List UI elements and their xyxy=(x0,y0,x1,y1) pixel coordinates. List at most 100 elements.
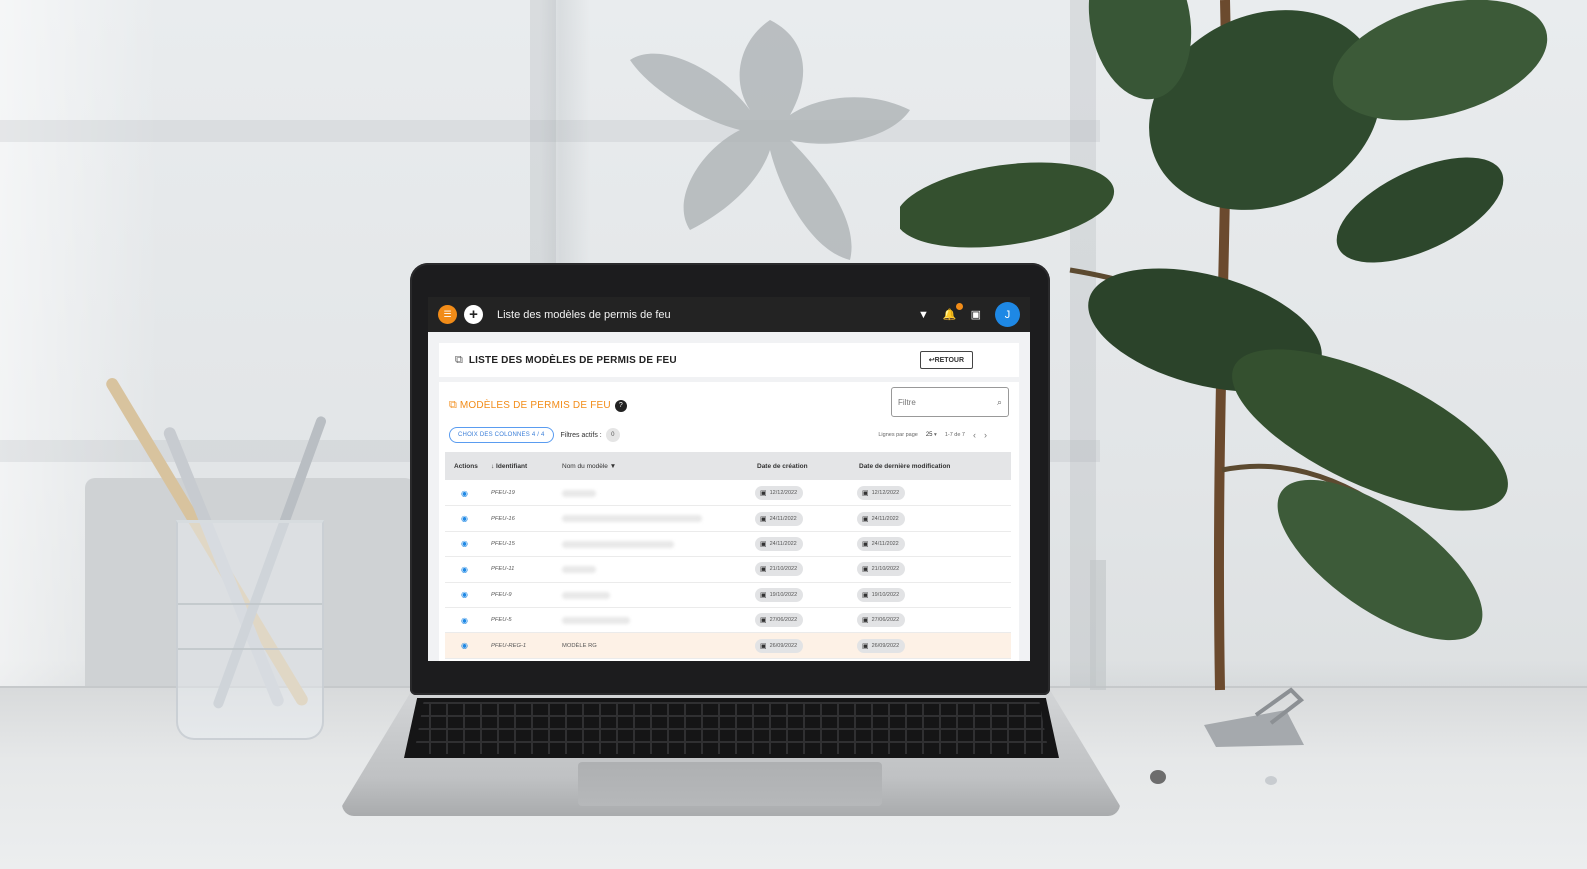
created-date: 12/12/2022 xyxy=(769,490,798,497)
row-id: PFEU-11 xyxy=(491,566,515,573)
calendar-icon: ▣ xyxy=(760,642,767,650)
avatar[interactable]: J xyxy=(995,302,1020,327)
rows-per-page-select[interactable]: 25 ▾ xyxy=(926,432,937,438)
notifications-button[interactable]: 🔔 xyxy=(943,302,964,321)
blurred-name xyxy=(562,591,610,599)
active-filters-label: Filtres actifs : xyxy=(560,431,602,439)
created-date-chip: ▣ 27/06/2022 xyxy=(755,613,804,628)
list-title-row: ⧉ MODÈLES DE PERMIS DE FEU ? xyxy=(449,399,627,412)
back-button[interactable]: ↩RETOUR xyxy=(919,351,973,369)
modified-date: 26/09/2022 xyxy=(871,642,900,649)
rows-per-page-label: Lignes par page xyxy=(878,432,918,438)
blurred-name xyxy=(562,490,596,497)
column-header-id[interactable]: ↓ Identifiant xyxy=(491,463,527,470)
modified-date: 12/12/2022 xyxy=(871,490,900,497)
calendar-icon: ▣ xyxy=(862,566,869,574)
eye-icon[interactable]: ◉ xyxy=(461,641,468,650)
table-controls: CHOIX DES COLONNES 4 / 4 Filtres actifs … xyxy=(449,426,1009,444)
filter-field[interactable]: ⌕ xyxy=(891,387,1009,417)
add-button[interactable]: + xyxy=(464,305,483,324)
column-header-name[interactable]: Nom du modèle ▼ xyxy=(562,463,616,470)
calendar-icon: ▣ xyxy=(760,490,767,498)
calendar-icon: ▣ xyxy=(862,540,869,548)
filter-icon[interactable]: ▼ xyxy=(610,463,616,470)
modified-date-chip: ▣ 19/10/2022 xyxy=(857,587,906,602)
calendar-icon: ▣ xyxy=(862,617,869,625)
table-row[interactable]: ◉ PFEU-16 ▣ 24/11/2022 ▣ 24/11/2022 xyxy=(445,506,1011,532)
column-chooser-button[interactable]: CHOIX DES COLONNES 4 / 4 xyxy=(449,427,554,443)
calendar-icon: ▣ xyxy=(862,490,869,498)
trackpad xyxy=(578,762,882,806)
created-date-chip: ▣ 21/10/2022 xyxy=(755,562,804,577)
calendar-icon: ▣ xyxy=(862,591,869,599)
section-title: LISTE DES MODÈLES DE PERMIS DE FEU xyxy=(468,354,677,366)
created-date: 26/09/2022 xyxy=(769,642,798,649)
created-date: 24/11/2022 xyxy=(769,515,797,522)
modified-date: 24/11/2022 xyxy=(871,515,899,522)
column-header-modified[interactable]: Date de dernière modification xyxy=(859,463,950,470)
filter-input[interactable] xyxy=(898,397,984,407)
table-row[interactable]: ◉ PFEU-19 ▣ 12/12/2022 ▣ 12/12/2022 xyxy=(445,481,1011,507)
page-range: 1-7 de 7 xyxy=(944,432,965,438)
blurred-name xyxy=(562,616,630,624)
glass-ring xyxy=(178,603,322,605)
page-title: Liste des modèles de permis de feu xyxy=(497,308,671,321)
eye-icon[interactable]: ◉ xyxy=(461,616,468,625)
modified-date-chip: ▣ 27/06/2022 xyxy=(857,613,906,628)
calendar-icon: ▣ xyxy=(760,617,767,625)
table-row[interactable]: ◉ PFEU-11 ▣ 21/10/2022 ▣ 21/10/2022 xyxy=(445,557,1011,583)
table-row[interactable]: ◉ PFEU-9 ▣ 19/10/2022 ▣ 19/10/2022 xyxy=(445,583,1011,608)
table-row[interactable]: ◉ PFEU-5 ▣ 27/06/2022 ▣ 27/06/2022 xyxy=(445,608,1011,634)
created-date-chip: ▣ 24/11/2022 xyxy=(755,536,803,551)
blurred-name xyxy=(562,566,596,574)
chevron-down-icon: ▾ xyxy=(934,432,937,438)
modified-date-chip: ▣ 24/11/2022 xyxy=(857,536,905,551)
row-id: PFEU-REG-1 xyxy=(491,642,527,649)
top-bar-actions: ▼ 🔔 ▣ J xyxy=(918,302,1020,327)
eye-icon[interactable]: ◉ xyxy=(461,539,468,548)
column-header-created[interactable]: Date de création xyxy=(757,463,808,470)
avatar-initial: J xyxy=(1004,308,1011,321)
table-header: Actions ↓ Identifiant Nom du modèle ▼ Da… xyxy=(445,452,1011,480)
plus-icon: + xyxy=(469,306,478,323)
menu-button[interactable]: ☰ xyxy=(438,305,457,324)
calendar-icon: ▣ xyxy=(760,591,767,599)
list-card: ⧉ MODÈLES DE PERMIS DE FEU ? ⌕ CHOIX DES… xyxy=(439,382,1019,661)
created-date: 19/10/2022 xyxy=(769,591,798,598)
push-pin xyxy=(1265,776,1277,785)
modified-date: 24/11/2022 xyxy=(871,540,899,547)
table-row[interactable]: ◉ PFEU-15 ▣ 24/11/2022 ▣ 24/11/2022 xyxy=(445,532,1011,558)
header-card: ⧉ LISTE DES MODÈLES DE PERMIS DE FEU ↩RE… xyxy=(439,343,1019,377)
help-icon[interactable]: ? xyxy=(614,399,627,412)
row-id: PFEU-16 xyxy=(491,515,515,522)
created-date-chip: ▣ 26/09/2022 xyxy=(755,638,804,653)
menu-icon: ☰ xyxy=(443,309,452,319)
filter-icon[interactable]: ▼ xyxy=(918,309,929,321)
chevron-right-icon[interactable]: › xyxy=(984,430,987,440)
eye-icon[interactable]: ◉ xyxy=(461,565,468,574)
chevron-left-icon[interactable]: ‹ xyxy=(973,430,976,440)
eye-icon[interactable]: ◉ xyxy=(461,590,468,599)
calendar-icon[interactable]: ▣ xyxy=(971,308,981,321)
row-name: MODÈLE RG xyxy=(562,642,597,649)
calendar-icon: ▣ xyxy=(862,642,869,650)
modified-date: 19/10/2022 xyxy=(871,591,900,598)
push-pin xyxy=(1150,770,1166,784)
eye-icon[interactable]: ◉ xyxy=(461,489,468,498)
copy-icon: ⧉ xyxy=(455,353,463,366)
table-row-selected[interactable]: ◉ PFEU-REG-1 MODÈLE RG ▣ 26/09/2022 ▣ 26/0… xyxy=(445,633,1011,659)
notification-badge xyxy=(954,302,964,311)
rows-per-page-value: 25 xyxy=(925,432,933,438)
active-filters-count: 0 xyxy=(605,428,620,442)
binder-clip xyxy=(1204,687,1305,747)
laptop-screen: ☰ + Liste des modèles de permis de feu ▼… xyxy=(428,297,1030,661)
modified-date-chip: ▣ 26/09/2022 xyxy=(857,638,906,653)
eye-icon[interactable]: ◉ xyxy=(461,514,468,523)
pagination: Lignes par page 25 ▾ 1-7 de 7 ‹ › xyxy=(878,430,987,440)
created-date: 27/06/2022 xyxy=(769,617,798,624)
glass xyxy=(176,520,324,740)
created-date: 21/10/2022 xyxy=(769,566,798,573)
row-id: PFEU-9 xyxy=(491,591,512,598)
modified-date-chip: ▣ 21/10/2022 xyxy=(857,562,906,577)
list-title: MODÈLES DE PERMIS DE FEU xyxy=(459,400,611,411)
